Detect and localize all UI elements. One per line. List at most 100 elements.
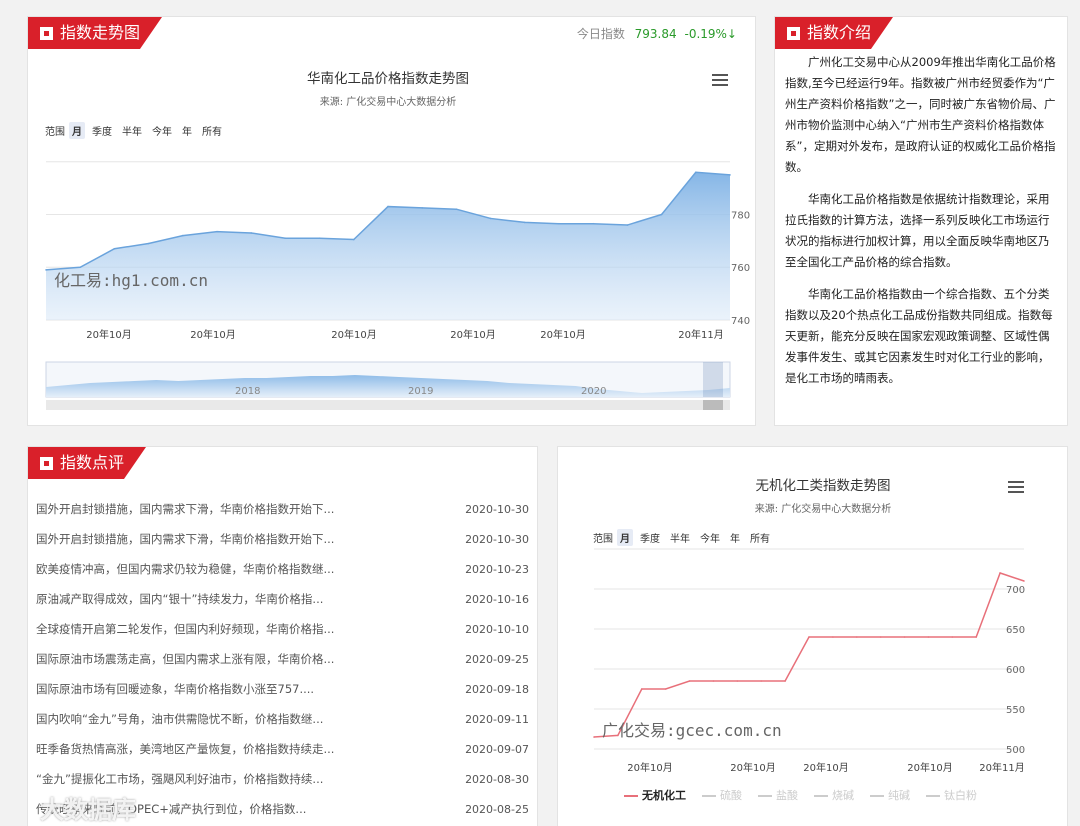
range-button-half-year[interactable]: 半年 bbox=[119, 122, 145, 139]
list-item[interactable]: 国外开启封锁措施，国内需求下滑，华南价格指数开始下... 2020-10-30 bbox=[36, 494, 529, 524]
legend-item-soda-ash[interactable]: 纯碱 bbox=[870, 787, 910, 803]
data-point bbox=[832, 636, 834, 638]
list-item[interactable]: 国际原油市场震荡走高，但国内需求上涨有限，华南价格... 2020-09-25 bbox=[36, 644, 529, 674]
legend-item-inorganic[interactable]: 无机化工 bbox=[624, 787, 686, 803]
data-point bbox=[353, 238, 355, 241]
series-line-inorganic bbox=[593, 572, 1025, 738]
range-button-month[interactable]: 月 bbox=[69, 122, 85, 139]
square-icon bbox=[787, 27, 800, 40]
navigator-year-label: 2019 bbox=[408, 386, 433, 397]
range-button-year[interactable]: 年 bbox=[727, 529, 743, 546]
data-point bbox=[250, 232, 252, 234]
trend-panel: 指数走势图 今日指数 793.84 -0.19%↓ 华南化工品价格指数走势图 来… bbox=[27, 16, 756, 426]
data-point bbox=[879, 636, 882, 638]
list-item-title[interactable]: 国际原油市场有回暖迹象，华南价格指数小涨至757.... bbox=[36, 681, 376, 697]
list-item[interactable]: 全球疫情开启第二轮发作，但国内利好频现，华南价格指... 2020-10-10 bbox=[36, 614, 529, 644]
list-item-date: 2020-09-18 bbox=[465, 682, 529, 696]
data-point bbox=[421, 207, 424, 209]
navigator-year-label: 2020 bbox=[581, 386, 606, 397]
list-item[interactable]: 原油减产取得成效，国内“银十”持续发力，华南价格指... 2020-10-16 bbox=[36, 584, 529, 614]
legend-item-titanium-dioxide[interactable]: 钛白粉 bbox=[926, 787, 977, 803]
data-point bbox=[626, 224, 629, 226]
list-item-date: 2020-08-30 bbox=[465, 772, 529, 786]
list-item-title[interactable]: 原油减产取得成效，国内“银十”持续发力，华南价格指... bbox=[36, 591, 376, 607]
data-point bbox=[113, 247, 116, 250]
data-point bbox=[182, 234, 184, 237]
legend-item-hydrochloric-acid[interactable]: 盐酸 bbox=[758, 787, 798, 803]
data-point bbox=[999, 572, 1001, 574]
data-point bbox=[951, 636, 954, 638]
list-item-title[interactable]: 欧美疫情冲高，但国内需求仍较为稳健，华南价格指数继... bbox=[36, 561, 376, 577]
list-item[interactable]: 国外开启封锁措施，国内需求下滑，华南价格指数开始下... 2020-10-30 bbox=[36, 524, 529, 554]
data-point bbox=[318, 237, 321, 240]
data-point bbox=[688, 680, 691, 682]
range-button-year[interactable]: 年 bbox=[179, 122, 195, 139]
data-point bbox=[489, 217, 492, 220]
list-item-title[interactable]: 旺季备货热情高涨，美湾地区产量恢复，价格指数持续走... bbox=[36, 741, 376, 757]
x-tick-label: 20年10月 bbox=[803, 761, 848, 774]
range-button-half-year[interactable]: 半年 bbox=[667, 529, 693, 546]
data-point bbox=[524, 221, 526, 224]
legend-item-sulfuric-acid[interactable]: 硫酸 bbox=[702, 787, 742, 803]
data-point bbox=[927, 636, 930, 638]
chart-title: 华南化工品价格指数走势图 bbox=[307, 71, 469, 87]
range-selector: 范围 月 季度 半年 今年 年 所有 bbox=[45, 122, 225, 139]
range-button-ytd[interactable]: 今年 bbox=[149, 122, 175, 139]
data-point bbox=[695, 171, 697, 174]
scrollbar-track bbox=[46, 400, 730, 410]
list-item-title[interactable]: 国外开启封锁措施，国内需求下滑，华南价格指数开始下... bbox=[36, 531, 376, 547]
scrollbar-thumb bbox=[703, 400, 723, 410]
data-point bbox=[147, 242, 150, 245]
data-point bbox=[593, 736, 595, 738]
list-item-title[interactable]: 国际原油市场震荡走高，但国内需求上涨有限，华南价格... bbox=[36, 651, 376, 667]
list-item-date: 2020-10-30 bbox=[465, 532, 529, 546]
square-icon bbox=[40, 457, 53, 470]
chart-menu-icon[interactable] bbox=[712, 74, 728, 86]
intro-text: 广州化工交易中心从2009年推出华南化工品价格指数,至今已经运行9年。指数被广州… bbox=[785, 52, 1059, 400]
intro-panel-title: 指数介绍 bbox=[775, 17, 894, 49]
list-item-title[interactable]: 国外开启封锁措施，国内需求下滑，华南价格指数开始下... bbox=[36, 501, 376, 517]
range-button-all[interactable]: 所有 bbox=[747, 529, 773, 546]
data-point bbox=[640, 688, 643, 690]
range-button-quarter[interactable]: 季度 bbox=[89, 122, 115, 139]
range-button-quarter[interactable]: 季度 bbox=[637, 529, 663, 546]
today-index: 今日指数 793.84 -0.19%↓ bbox=[577, 25, 737, 42]
list-item[interactable]: 欧美疫情冲高，但国内需求仍较为稳健，华南价格指数继... 2020-10-23 bbox=[36, 554, 529, 584]
list-item-title[interactable]: 全球疫情开启第二轮发作，但国内利好频现，华南价格指... bbox=[36, 621, 376, 637]
list-item[interactable]: 国际原油市场有回暖迹象，华南价格指数小涨至757.... 2020-09-18 bbox=[36, 674, 529, 704]
x-tick-label: 20年10月 bbox=[540, 328, 585, 341]
legend-item-caustic-soda[interactable]: 烧碱 bbox=[814, 787, 854, 803]
list-item[interactable]: 国内吹响“金九”号角，油市供需隐忧不断，价格指数继... 2020-09-11 bbox=[36, 704, 529, 734]
x-tick-label: 20年10月 bbox=[190, 328, 235, 341]
chart-subtitle: 来源: 广化交易中心大数据分析 bbox=[319, 97, 457, 108]
data-point bbox=[1023, 580, 1025, 582]
range-label: 范围 bbox=[593, 534, 613, 545]
chart-title: 无机化工类指数走势图 bbox=[755, 478, 891, 494]
data-point bbox=[216, 230, 218, 233]
list-item-title[interactable]: 国内吹响“金九”号角，油市供需隐忧不断，价格指数继... bbox=[36, 711, 376, 727]
chart-watermark: 广化交易:gcec.com.cn bbox=[602, 721, 782, 740]
data-point bbox=[975, 636, 978, 638]
review-panel-title: 指数点评 bbox=[28, 447, 147, 479]
list-item-title[interactable]: “金九”提振化工市场，强飓风利好油市，价格指数持续... bbox=[36, 771, 376, 787]
range-button-all[interactable]: 所有 bbox=[199, 122, 225, 139]
data-point bbox=[387, 205, 389, 208]
x-tick-label: 20年10月 bbox=[627, 761, 672, 774]
chart-subtitle: 来源: 广化交易中心大数据分析 bbox=[754, 504, 892, 515]
data-point bbox=[45, 269, 47, 271]
y-tick-label: 780 bbox=[731, 210, 750, 221]
list-item-date: 2020-09-11 bbox=[465, 712, 529, 726]
navigator-year-label: 2018 bbox=[235, 386, 260, 397]
range-button-ytd[interactable]: 今年 bbox=[697, 529, 723, 546]
chart-menu-icon[interactable] bbox=[1008, 481, 1024, 493]
inorganic-line-chart[interactable]: 700 650 600 550 500 20年10月 20年10月 20年10月 20年10月 2… bbox=[558, 547, 1068, 826]
list-item-date: 2020-08-25 bbox=[465, 802, 529, 816]
range-button-month[interactable]: 月 bbox=[617, 529, 633, 546]
list-item[interactable]: 旺季备货热情高涨，美湾地区产量恢复，价格指数持续走... 2020-09-07 bbox=[36, 734, 529, 764]
list-item-date: 2020-10-16 bbox=[465, 592, 529, 606]
y-tick-label: 650 bbox=[1006, 625, 1025, 636]
list-item-date: 2020-10-30 bbox=[465, 502, 529, 516]
data-point bbox=[784, 680, 786, 682]
data-point bbox=[808, 636, 810, 638]
y-tick-label: 740 bbox=[731, 316, 750, 327]
